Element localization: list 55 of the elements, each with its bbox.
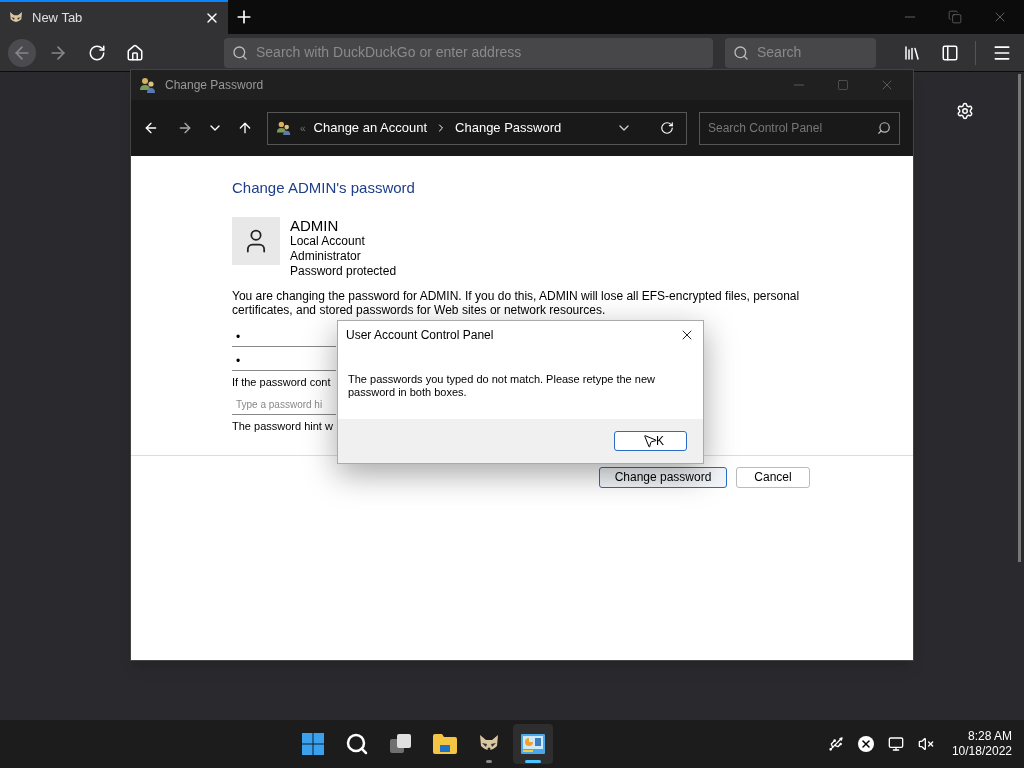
- overflow-chevrons[interactable]: «: [300, 120, 306, 136]
- breadcrumb-item[interactable]: Change Password: [455, 118, 562, 138]
- search-icon[interactable]: [344, 732, 369, 756]
- library-icon[interactable]: [903, 43, 921, 62]
- account-detail: Administrator: [290, 248, 362, 264]
- clock-time[interactable]: 8:28 AM: [967, 729, 1012, 744]
- address-bar[interactable]: Search with DuckDuckGo or enter address: [224, 37, 713, 68]
- account-name: ADMIN: [290, 216, 340, 234]
- network-icon[interactable]: [887, 736, 904, 752]
- folder-icon[interactable]: [431, 733, 458, 755]
- windows-logo-icon[interactable]: [300, 732, 325, 756]
- clock-date[interactable]: 10/18/2022: [951, 744, 1012, 759]
- mouse-cursor-icon: [642, 432, 658, 450]
- search-icon: [877, 121, 891, 135]
- search-box[interactable]: Search Control Panel: [699, 111, 900, 145]
- address-bar[interactable]: « Change an Account Change Password: [267, 111, 687, 145]
- sidebar-icon[interactable]: [941, 43, 959, 62]
- window-title: Change Password: [165, 77, 265, 94]
- address-input[interactable]: Search with DuckDuckGo or enter address: [256, 42, 705, 63]
- users-icon: [276, 120, 292, 136]
- home-icon[interactable]: [126, 43, 144, 62]
- account-detail: Local Account: [290, 233, 366, 249]
- taskbar-app[interactable]: [512, 724, 553, 764]
- control-panel-icon[interactable]: [519, 733, 546, 755]
- up-icon[interactable]: [237, 120, 253, 136]
- users-icon: [139, 76, 157, 94]
- forward-icon[interactable]: [177, 120, 193, 136]
- page-heading: Change ADMIN's password: [232, 178, 416, 198]
- volume-muted-icon[interactable]: [917, 736, 934, 752]
- search-icon: [733, 44, 749, 61]
- dialog-title: User Account Control Panel: [346, 326, 495, 344]
- hint-label: If the password cont: [232, 374, 331, 390]
- search-icon: [232, 44, 248, 61]
- notice-text: You are changing the password for ADMIN. If you do this, ADMIN will lose all EFS-encrypted files, personal certificates, and stored passwords for Web sites or network resources.: [232, 288, 801, 317]
- task-view-icon[interactable]: [388, 732, 413, 756]
- search-input[interactable]: Search Control Panel: [708, 119, 877, 137]
- reload-icon[interactable]: [88, 43, 106, 62]
- ok-button[interactable]: K: [614, 431, 687, 451]
- scrollbar-thumb[interactable]: [1018, 74, 1021, 562]
- search-bar[interactable]: Search: [725, 37, 876, 68]
- settings-icon[interactable]: [956, 102, 974, 120]
- running-indicator: [485, 760, 492, 763]
- search-input[interactable]: Search: [757, 42, 857, 63]
- hint-note: The password hint w: [232, 419, 333, 434]
- browser-tab[interactable]: New Tab: [0, 0, 228, 34]
- dialog-message: The passwords you typed do not match. Please retype the new password in both boxes.: [348, 373, 656, 399]
- dialog-action-button[interactable]: Change password: [599, 466, 727, 488]
- hint-field[interactable]: Type a password hi: [232, 395, 336, 415]
- refresh-icon[interactable]: [660, 121, 674, 135]
- breadcrumb-item[interactable]: Change an Account: [313, 118, 428, 138]
- account-detail: Password protected: [290, 263, 397, 279]
- running-indicator: [524, 760, 541, 763]
- dialog-action-button[interactable]: Cancel: [736, 466, 810, 488]
- usb-icon[interactable]: [827, 736, 844, 752]
- back-icon[interactable]: [143, 120, 159, 136]
